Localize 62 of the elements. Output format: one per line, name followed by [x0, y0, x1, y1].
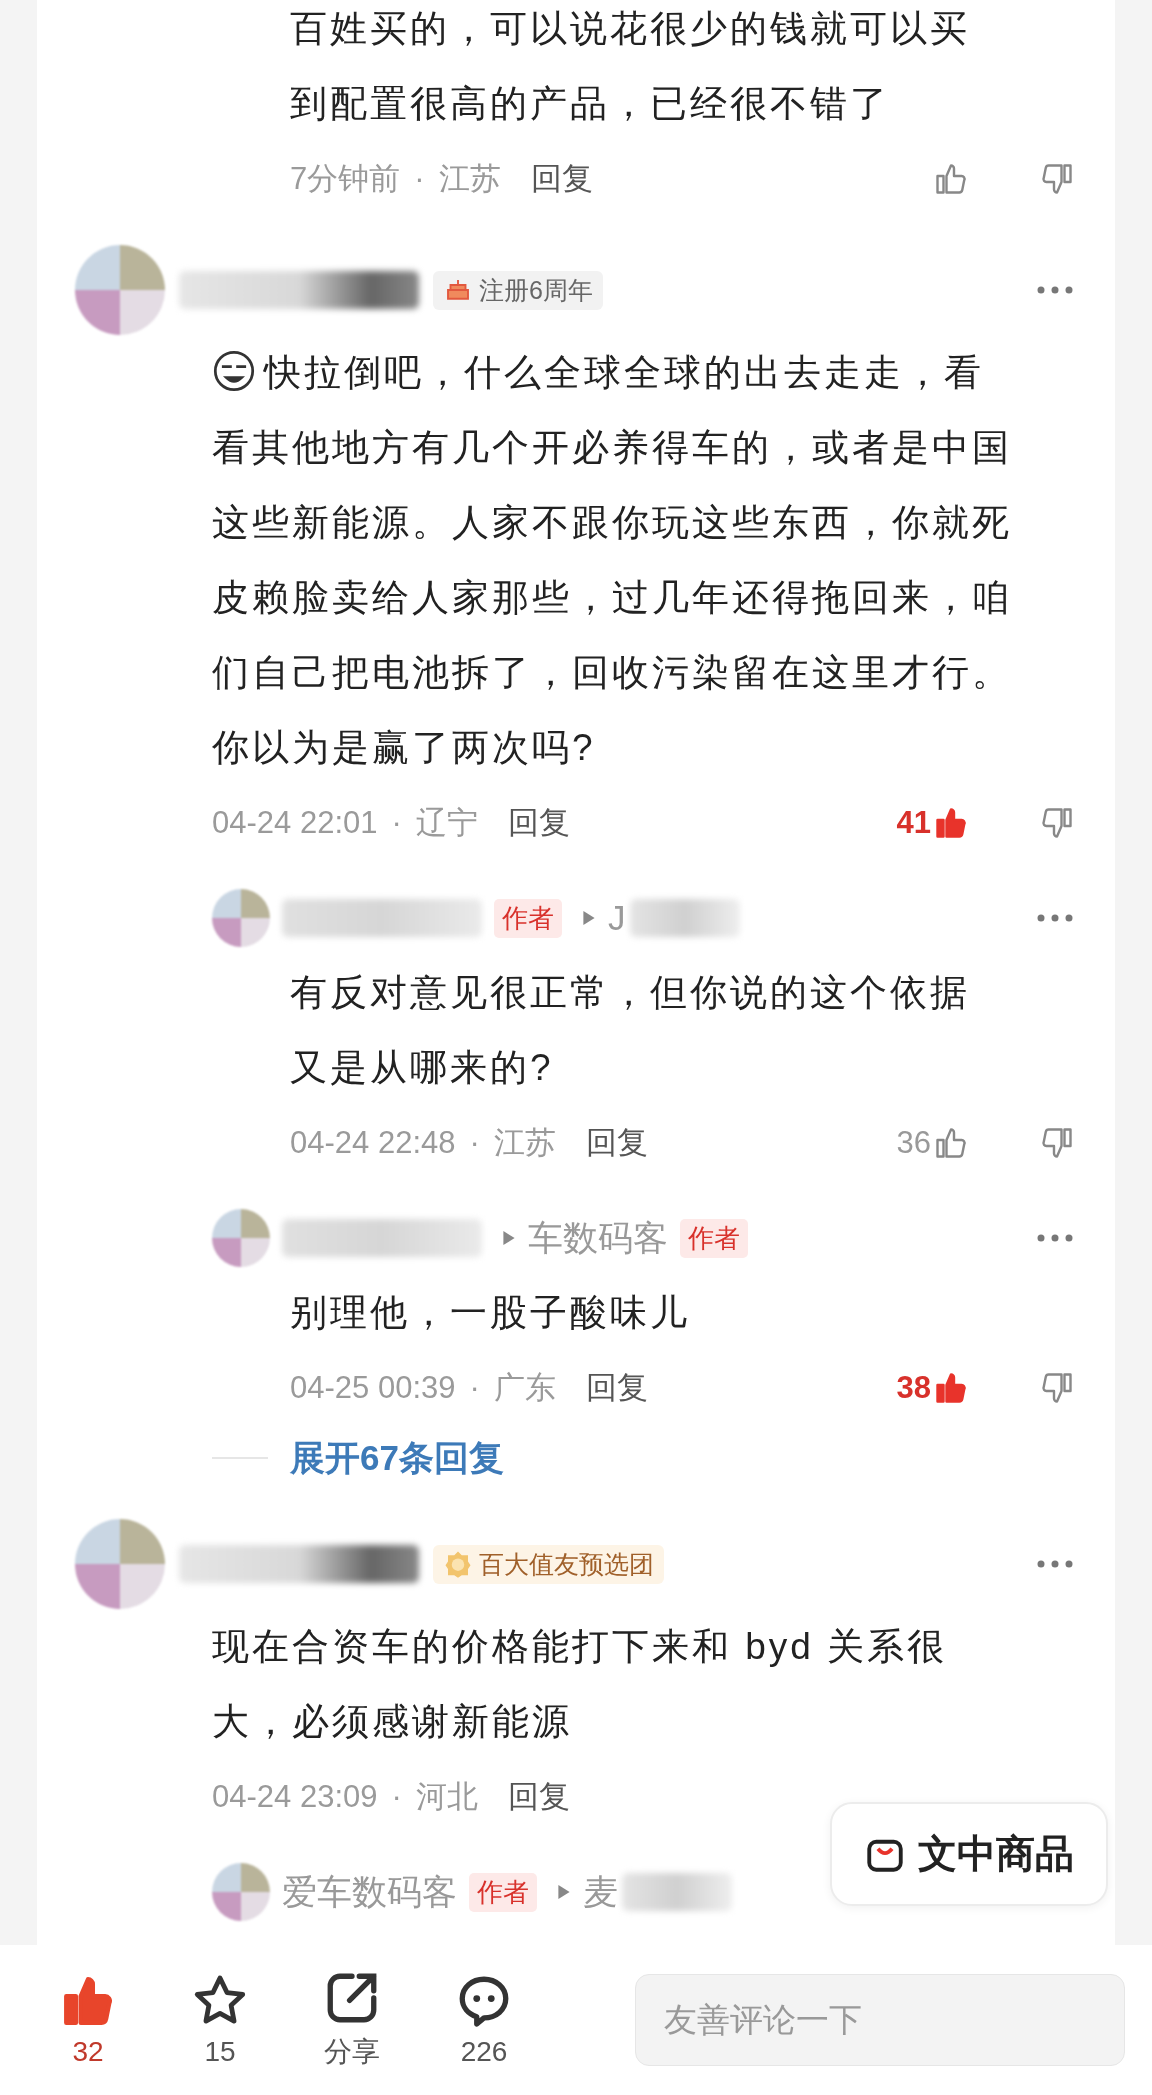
medal-icon [443, 1549, 473, 1579]
reply-text: 百姓买的，可以说花很少的钱就可以买到配置很高的产品，已经很不错了 [290, 7, 971, 126]
comment-region: 江苏 [493, 1124, 556, 1162]
comment-time: 7分钟前 [290, 160, 401, 198]
separator-dot: · [391, 805, 402, 841]
separator-dot: · [391, 1779, 402, 1815]
comment-input[interactable]: 友善评论一下 [635, 1974, 1125, 2066]
thumbs-up-icon[interactable] [933, 1125, 969, 1161]
author-tag: 作者 [469, 1872, 537, 1912]
more-icon[interactable] [1035, 1233, 1075, 1243]
reply-link[interactable]: 回复 [530, 158, 593, 200]
reply-arrow-icon [557, 1883, 571, 1901]
user-badge: 注册6周年 [433, 270, 603, 310]
expand-replies-link[interactable]: 展开67条回复 [290, 1434, 504, 1482]
avatar[interactable] [212, 889, 270, 947]
more-icon[interactable] [1035, 285, 1075, 295]
more-icon[interactable] [1035, 913, 1075, 923]
comment-time: 04-25 00:39 [290, 1370, 456, 1406]
comment-time: 04-24 23:09 [212, 1779, 378, 1815]
author-tag: 作者 [494, 898, 562, 938]
comment-text: 现在合资车的价格能打下来和 byd 关系很大，必须感谢新能源 [212, 1625, 949, 1744]
comment-time: 04-24 22:48 [290, 1125, 456, 1161]
separator-dot: · [414, 161, 425, 197]
like-count: 36 [896, 1125, 931, 1161]
reply-text: 有反对意见很正常，但你说的这个依据又是从哪来的? [290, 971, 971, 1090]
emoji-icon [212, 349, 256, 393]
comment-text: 快拉倒吧，什么全球全球的出去走走，看看其他地方有几个开必养得车的，或者是中国这些新能源。人家不跟你玩这些东西，你就死皮赖脸卖给人家那些，过几年还得拖回来，咱们自己把电池拆了，回收污染留在这里才行。你以为是赢了两次吗? [212, 335, 1022, 785]
author-tag: 作者 [680, 1218, 748, 1258]
reply-link[interactable]: 回复 [585, 1367, 648, 1409]
reply-arrow-icon [582, 909, 596, 927]
comment-region: 辽宁 [415, 804, 478, 842]
thumbs-up-icon[interactable] [933, 805, 969, 841]
user-badge: 百大值友预选团 [433, 1544, 664, 1584]
like-count: 38 [896, 1370, 931, 1406]
like-count: 41 [896, 805, 931, 841]
comment-region: 江苏 [438, 160, 501, 198]
separator-dot: · [469, 1370, 480, 1406]
toolbar-action[interactable]: 分享 [302, 1969, 402, 2071]
comment-time: 04-24 22:01 [212, 805, 378, 841]
more-icon[interactable] [1035, 1559, 1075, 1569]
comment-region: 河北 [415, 1778, 478, 1816]
reply-link[interactable]: 回复 [585, 1122, 648, 1164]
thumbs-down-icon[interactable] [1039, 1125, 1075, 1161]
thumbs-down-icon[interactable] [1039, 161, 1075, 197]
products-button[interactable]: 文中商品 [830, 1802, 1108, 1906]
avatar[interactable] [75, 1519, 165, 1609]
thumbs-up-icon[interactable] [933, 161, 969, 197]
thumbs-down-icon[interactable] [1039, 805, 1075, 841]
avatar[interactable] [75, 245, 165, 335]
avatar[interactable] [212, 1209, 270, 1267]
reply-link[interactable]: 回复 [507, 802, 570, 844]
reply-text: 别理他，一股子酸味儿 [290, 1291, 691, 1335]
toolbar-action[interactable]: 15 [170, 1972, 270, 2068]
separator-dot: · [469, 1125, 480, 1161]
thumbs-up-icon[interactable] [933, 1370, 969, 1406]
toolbar-action[interactable]: 226 [434, 1972, 534, 2068]
toolbar-action[interactable]: 32 [38, 1972, 138, 2068]
avatar[interactable] [212, 1863, 270, 1921]
reply-arrow-icon [502, 1229, 516, 1247]
comment-region: 广东 [493, 1369, 556, 1407]
reply-link[interactable]: 回复 [507, 1776, 570, 1818]
thumbs-down-icon[interactable] [1039, 1370, 1075, 1406]
